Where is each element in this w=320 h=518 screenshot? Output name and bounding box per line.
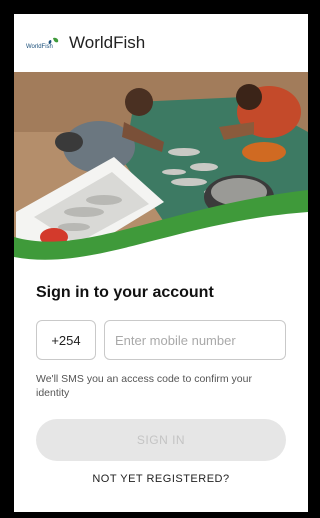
sign-in-button[interactable]: SIGN IN <box>36 419 286 461</box>
hero-image <box>14 72 308 272</box>
sign-in-heading: Sign in to your account <box>36 284 214 301</box>
worldfish-logo-icon: WorldFish <box>26 37 59 50</box>
country-code-selector[interactable]: +254 <box>36 320 96 360</box>
sms-hint-text: We'll SMS you an access code to confirm … <box>36 373 252 399</box>
logo-text: WorldFish <box>26 44 53 50</box>
mobile-number-input[interactable] <box>104 320 286 360</box>
device-frame: WorldFish WorldFish Sign in to your acco… <box>0 0 310 518</box>
app-title: WorldFish <box>69 33 146 52</box>
app-header: WorldFish WorldFish <box>14 14 308 72</box>
app-screen: WorldFish WorldFish Sign in to your acco… <box>14 14 308 512</box>
not-registered-link[interactable]: NOT YET REGISTERED? <box>14 473 308 485</box>
